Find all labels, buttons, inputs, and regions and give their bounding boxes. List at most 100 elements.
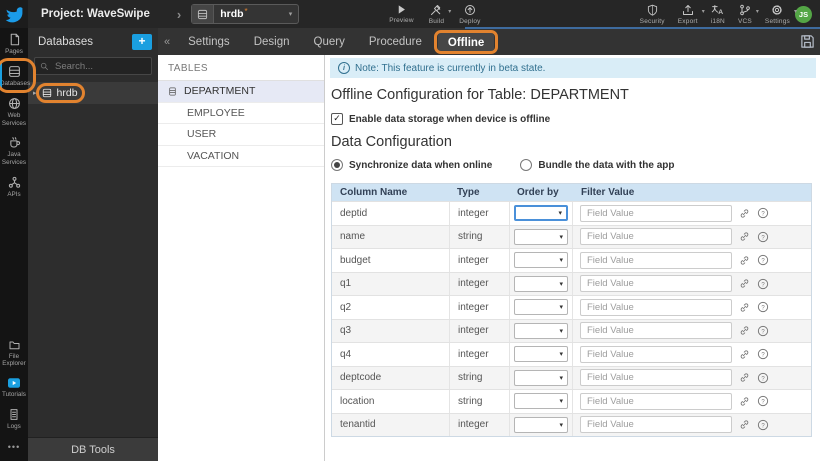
filter-value-input[interactable] [580,251,732,269]
chevron-down-icon [702,8,705,15]
order-by-select[interactable] [514,322,568,339]
enable-offline-checkbox[interactable] [331,113,343,125]
order-by-select[interactable] [514,299,568,316]
table-item-department[interactable]: DEPARTMENT [158,80,324,102]
export-button[interactable]: Export [678,4,698,25]
wavemaker-logo-icon[interactable] [0,0,28,28]
sidebar-item-web-services[interactable]: Web Services [0,92,28,132]
project-title: Project: WaveSwipe [41,8,150,20]
bind-link-icon[interactable] [739,278,750,289]
chevron-down-icon [448,8,451,15]
save-button[interactable] [800,34,815,49]
bind-link-icon[interactable] [739,255,750,266]
table-item-user[interactable]: USER [158,123,324,145]
help-icon[interactable]: ? [757,348,769,360]
beta-note-banner: Note: This feature is currently in beta … [330,58,816,78]
svg-text:?: ? [761,329,765,335]
sidebar-item-java-services[interactable]: Java Services [0,131,28,171]
filter-value-input[interactable] [580,392,732,410]
filter-value-input[interactable] [580,345,732,363]
help-icon[interactable]: ? [757,231,769,243]
more-options-icon[interactable] [0,435,28,459]
tab-offline[interactable]: Offline [437,32,495,53]
order-by-select[interactable] [514,369,568,386]
dropdown-caret-icon [559,374,563,382]
filter-value-input[interactable] [580,298,732,316]
bind-link-icon[interactable] [739,208,750,219]
user-avatar[interactable]: JS [795,5,812,23]
table-item-employee[interactable]: EMPLOYEE [158,101,324,124]
table-item-vacation[interactable]: VACATION [158,144,324,167]
sidebar-item-logs[interactable]: Logs [0,403,28,435]
help-icon[interactable]: ? [757,254,769,266]
order-by-select[interactable] [514,393,568,410]
order-by-select[interactable] [514,275,568,292]
database-tree-item-hrdb[interactable]: hrdb [28,82,158,104]
radio-button-icon[interactable] [520,159,533,171]
help-icon[interactable]: ? [757,301,769,313]
help-icon[interactable]: ? [757,419,769,431]
preview-button[interactable]: Preview [389,4,414,25]
filter-value-input[interactable] [580,275,732,293]
collapse-panel-icon[interactable] [164,36,170,48]
sidebar-item-file-explorer[interactable]: File Explorer [0,334,28,373]
order-by-select[interactable] [514,252,568,269]
bind-link-icon[interactable] [739,302,750,313]
bind-link-icon[interactable] [739,231,750,242]
dropdown-caret-icon [559,256,563,264]
radio-bundle[interactable]: Bundle the data with the app [520,159,674,171]
svg-text:?: ? [761,282,765,288]
settings-button[interactable]: Settings [765,4,790,25]
i18n-button[interactable]: A i18N [711,4,725,25]
radio-button-icon[interactable] [331,159,343,171]
chevron-down-icon [794,8,797,15]
filter-value-input[interactable] [580,416,732,434]
sidebar-item-tutorials[interactable]: Tutorials [0,372,28,403]
help-icon[interactable]: ? [757,207,769,219]
bind-link-icon[interactable] [739,396,750,407]
help-icon[interactable]: ? [757,325,769,337]
filter-value-input[interactable] [580,322,732,340]
column-type-cell: integer [449,413,509,436]
help-icon[interactable]: ? [757,395,769,407]
expand-arrow-icon[interactable] [33,89,37,97]
sidebar-item-databases[interactable]: Databases [0,57,36,93]
filter-value-input[interactable] [580,369,732,387]
column-name-cell: name [340,231,366,243]
help-icon[interactable]: ? [757,372,769,384]
sidebar-item-pages[interactable]: Pages [0,28,28,60]
build-button[interactable]: Build [429,4,444,25]
add-database-button[interactable]: + [132,34,152,50]
column-name-cell: deptcode [340,372,382,384]
database-selector-dropdown[interactable]: hrdb * [191,4,300,24]
help-icon[interactable]: ? [757,278,769,290]
bind-link-icon[interactable] [739,372,750,383]
filter-value-input[interactable] [580,204,732,222]
tab-design[interactable]: Design [242,32,302,52]
bind-link-icon[interactable] [739,325,750,336]
deploy-button[interactable]: Deploy [459,4,480,25]
tab-query[interactable]: Query [302,32,357,52]
security-button[interactable]: Security [640,4,665,25]
database-search[interactable] [34,57,152,75]
table-row: deptid integer ? [332,201,811,225]
radio-synchronize[interactable]: Synchronize data when online [331,159,492,171]
db-tools-button[interactable]: DB Tools [28,437,158,461]
tab-settings[interactable]: Settings [176,32,242,52]
sidebar-item-apis[interactable]: APIs [0,171,28,203]
search-input[interactable] [53,59,146,73]
column-name-cell: q2 [340,301,352,313]
column-name-cell: q3 [340,325,352,337]
vcs-button[interactable]: VCS [738,4,752,25]
filter-value-input[interactable] [580,228,732,246]
order-by-select[interactable] [514,416,568,433]
bind-link-icon[interactable] [739,419,750,430]
table-row: name string ? [332,224,811,248]
order-by-select[interactable] [514,228,568,245]
bind-link-icon[interactable] [739,349,750,360]
order-by-select[interactable] [514,205,568,222]
column-type-cell: string [449,225,509,248]
tab-procedure[interactable]: Procedure [357,32,434,52]
breadcrumb-chevron-icon [177,7,181,22]
order-by-select[interactable] [514,346,568,363]
